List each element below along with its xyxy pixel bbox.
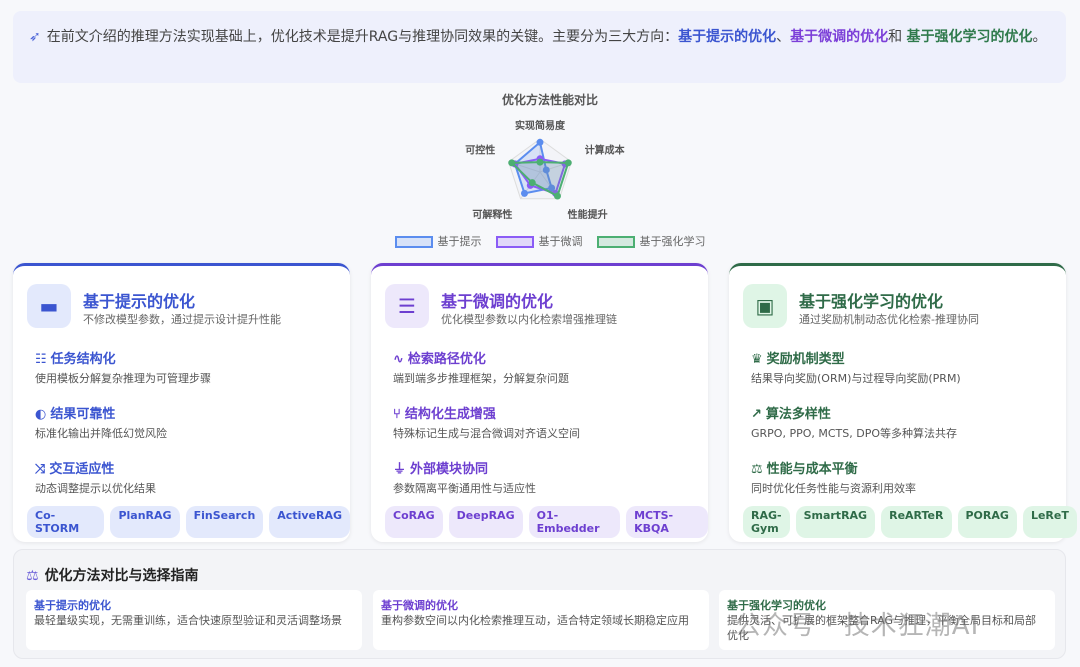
plug-icon: ⏚: [393, 462, 407, 477]
chat-icon: ▬: [27, 284, 71, 328]
axis-label: 性能提升: [567, 208, 608, 221]
method-tag[interactable]: LeReT: [1022, 506, 1077, 538]
balance-scale-icon: ⚖: [26, 568, 39, 584]
guide-item-prompt: 基于提示的优化 最轻量级实现，无需重训练，适合快速原型验证和灵活调整场景: [26, 590, 362, 650]
data-point: [536, 158, 544, 166]
method-card: ▣ 基于强化学习的优化 通过奖励机制动态优化检索-推理协同 ♛ 奖励机制类型 结果导向…: [729, 263, 1077, 542]
list-check-icon: ☷: [35, 352, 47, 367]
robot-icon: ▣: [743, 284, 787, 328]
data-point: [536, 138, 544, 146]
rocket-icon: ➶: [29, 29, 41, 45]
axis-label: 计算成本: [585, 143, 626, 156]
shield-icon: ◐: [35, 407, 47, 422]
legend-swatch: [495, 236, 534, 248]
card-title: 基于微调的优化: [441, 292, 554, 311]
method-tag[interactable]: O1-Embedder: [528, 506, 621, 538]
chart-legend: 基于提示 基于微调 基于强化学习: [380, 233, 720, 249]
card-subtitle: 优化模型参数以内化检索增强推理链: [441, 313, 617, 326]
legend-item[interactable]: 基于提示: [394, 233, 482, 249]
radar-svg: 实现简易度计算成本性能提升 可解释性 可控性: [465, 119, 626, 221]
data-point: [528, 179, 536, 187]
intro-highlight-rl: 基于强化学习的优化: [906, 29, 1033, 45]
method-tag[interactable]: PlanRAG: [110, 506, 180, 538]
legend-swatch: [596, 236, 635, 248]
method-card: ☰ 基于微调的优化 优化模型参数以内化检索增强推理链 ∿ 检索路径优化 端到端多步推理…: [371, 263, 708, 542]
legend-item[interactable]: 基于强化学习: [596, 233, 706, 249]
guide-title: 优化方法对比与选择指南: [44, 568, 199, 584]
intro-highlight-finetune: 基于微调的优化: [790, 29, 889, 45]
shuffle-icon: ⤨: [35, 462, 46, 477]
branch-icon: ⑂: [393, 407, 401, 422]
method-tag[interactable]: FinSearch: [185, 506, 264, 538]
feature-item: ⑂ 结构化生成增强 特殊标记生成与混合微调对齐语义空间: [393, 407, 580, 440]
method-tag[interactable]: DeepRAG: [448, 506, 523, 538]
feature-item: ♛ 奖励机制类型 结果导向奖励(ORM)与过程导向奖励(PRM): [751, 352, 961, 385]
method-tag[interactable]: Co-STORM: [27, 506, 105, 538]
balance-icon: ⚖: [751, 462, 763, 477]
trophy-icon: ♛: [751, 352, 763, 367]
feature-item: ⤨ 交互适应性 动态调整提示以优化结果: [35, 462, 156, 495]
feature-item: ⚖ 性能与成本平衡 同时优化任务性能与资源利用效率: [751, 462, 916, 495]
data-point: [520, 189, 528, 197]
card-title: 基于提示的优化: [83, 292, 196, 311]
method-tag[interactable]: CoRAG: [385, 506, 443, 538]
data-point: [508, 159, 516, 167]
feature-item: ☷ 任务结构化 使用模板分解复杂推理为可管理步骤: [35, 352, 211, 385]
method-tag[interactable]: MCTS-KBQA: [626, 506, 708, 538]
axis-label: 实现简易度: [515, 119, 566, 132]
card-subtitle: 不修改模型参数，通过提示设计提升性能: [83, 313, 281, 326]
card-title: 基于强化学习的优化: [799, 292, 944, 311]
method-tag[interactable]: RAG-Gym: [743, 506, 790, 538]
feature-item: ◐ 结果可靠性 标准化输出并降低幻觉风险: [35, 407, 167, 440]
feature-item: ∿ 检索路径优化 端到端多步推理框架，分解复杂问题: [393, 352, 569, 385]
method-tag[interactable]: PORAG: [957, 506, 1017, 538]
feature-item: ⏚ 外部模块协同 参数隔离平衡通用性与适应性: [393, 462, 536, 495]
intro-banner: ➶ 在前文介绍的推理方法实现基础上，优化技术是提升RAG与推理协同效果的关键。主要…: [13, 11, 1066, 83]
method-tag[interactable]: ReARTeR: [881, 506, 952, 538]
axis-label: 可解释性: [472, 208, 512, 221]
chart-line-icon: ↗: [751, 407, 762, 422]
legend-swatch: [394, 236, 433, 248]
radar-chart: 优化方法性能对比 实现简易度 计算成本 性能提升 可解释性 可控性 基于提示 基于微调 基于…: [380, 88, 720, 253]
legend-item[interactable]: 基于微调: [495, 233, 583, 249]
method-tag[interactable]: ActiveRAG: [269, 506, 350, 538]
card-subtitle: 通过奖励机制动态优化检索-推理协同: [799, 313, 979, 326]
axis-label: 可控性: [465, 143, 495, 156]
selection-guide: ⚖ 优化方法对比与选择指南 基于提示的优化 最轻量级实现，无需重训练，适合快速原型验…: [13, 549, 1066, 659]
watermark: 公众号 · 技术狂潮AI: [735, 611, 980, 641]
data-point: [553, 192, 561, 200]
method-tag[interactable]: SmartRAG: [795, 506, 876, 538]
feature-item: ↗ 算法多样性 GRPO, PPO, MCTS, DPO等多种算法共存: [751, 407, 957, 440]
route-icon: ∿: [393, 352, 404, 367]
sliders-icon: ☰: [385, 284, 429, 328]
intro-highlight-prompt: 基于提示的优化: [678, 29, 777, 45]
method-card: ▬ 基于提示的优化 不修改模型参数，通过提示设计提升性能 ☷ 任务结构化 使用模板分解…: [13, 263, 350, 542]
data-point: [564, 159, 572, 167]
guide-item-finetune: 基于微调的优化 重构参数空间以内化检索推理互动，适合特定领域长期稳定应用: [373, 590, 709, 650]
